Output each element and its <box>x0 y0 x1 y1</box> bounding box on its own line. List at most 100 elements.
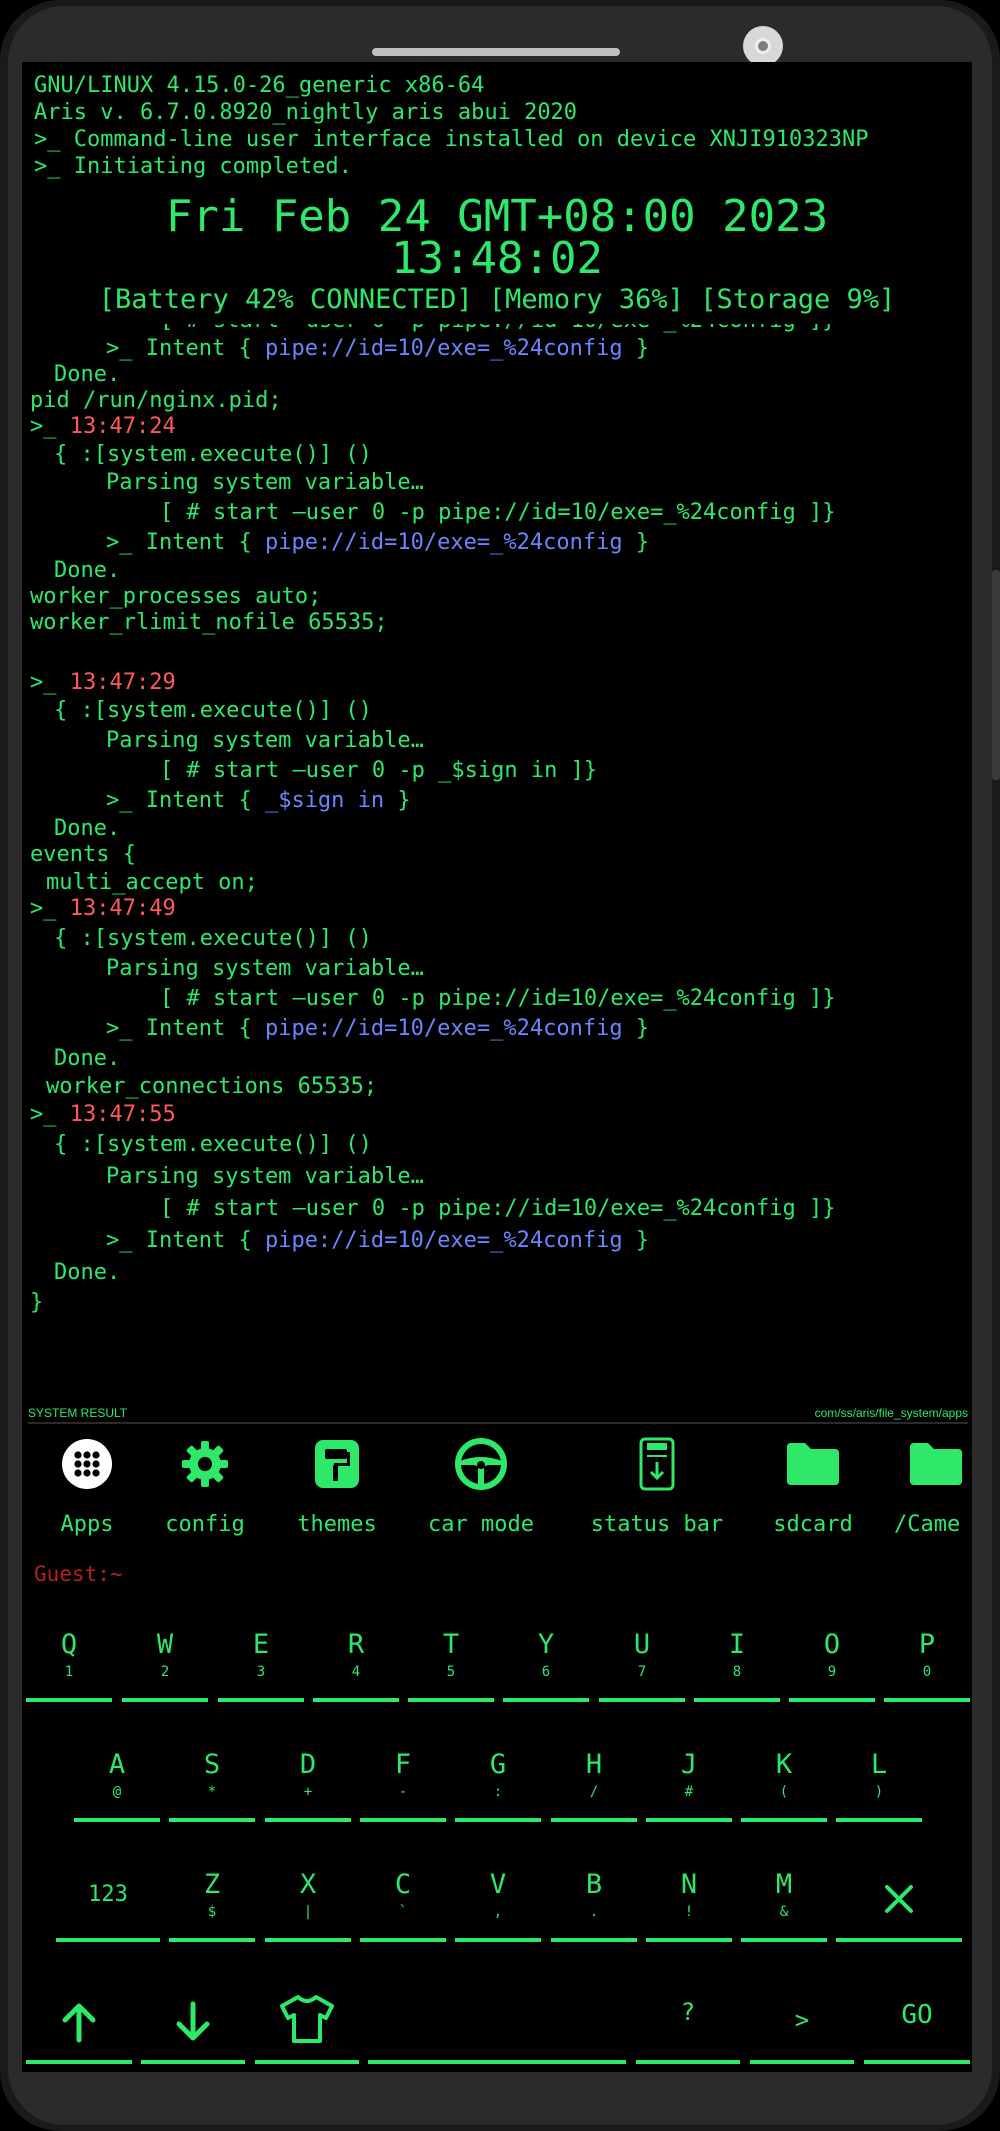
key-space[interactable] <box>368 1990 626 2064</box>
key-underline <box>636 2060 740 2064</box>
key-label: Z <box>203 1869 221 1900</box>
key-underline <box>646 1938 732 1942</box>
key-label: X <box>299 1869 317 1900</box>
key-y[interactable]: Y6 <box>503 1628 589 1702</box>
prompt-symbol: >_ <box>30 414 70 439</box>
key-sublabel: 1 <box>64 1664 74 1680</box>
key-j[interactable]: J # <box>646 1748 732 1822</box>
key-o[interactable]: O9 <box>789 1628 875 1702</box>
key-underline <box>255 2060 359 2064</box>
log-text: } <box>622 336 650 361</box>
key-underline <box>455 1938 541 1942</box>
key-underline <box>26 1698 112 1702</box>
log-line: >_ Intent { pipe://id=10/exe=_%24config … <box>106 336 649 362</box>
system-status-line: [Battery 42% CONNECTED] [Memory 36%] [St… <box>98 284 896 315</box>
log-line: Parsing system variable… <box>106 1164 424 1189</box>
time-display: 13:48:02 <box>391 233 603 284</box>
key-f[interactable]: F- <box>360 1748 446 1822</box>
phone-frame: GNU/LINUX 4.15.0-26_generic x86-64 Aris v… <box>0 0 1000 2131</box>
log-line: Done. <box>54 362 121 387</box>
shirt-icon <box>280 1995 334 2043</box>
key-a[interactable]: A @ <box>74 1748 160 1822</box>
log-line: Done. <box>54 1046 121 1071</box>
key-underline <box>864 2060 970 2064</box>
key-x[interactable]: X | <box>265 1868 351 1942</box>
key-arrow-down[interactable] <box>141 1990 245 2064</box>
key-greater-than[interactable]: > <box>750 1990 854 2064</box>
key-underline <box>56 1938 160 1942</box>
key-h[interactable]: H / <box>551 1748 637 1822</box>
arrow-down-icon <box>176 2001 210 2041</box>
key-t[interactable]: T5 <box>408 1628 494 1702</box>
header-line: >_ Initiating completed. <box>34 154 352 179</box>
steering-wheel-icon <box>455 1438 507 1490</box>
log-text: } <box>384 788 411 813</box>
input-prompt[interactable]: Guest:~ <box>34 1562 123 1586</box>
log-line: >_ Intent { _$sign in } <box>106 788 411 814</box>
shortcut-apps[interactable]: Apps <box>22 1430 152 1537</box>
header-line: GNU/LINUX 4.15.0-26_generic x86-64 <box>34 73 485 98</box>
log-text: } <box>622 1228 650 1253</box>
key-label: > <box>794 2006 810 2034</box>
key-r[interactable]: R4 <box>313 1628 399 1702</box>
key-v[interactable]: V, <box>455 1868 541 1942</box>
key-l[interactable]: L) <box>836 1748 922 1822</box>
shortcut-car-mode[interactable]: car mode <box>416 1430 546 1537</box>
key-underline <box>360 1938 446 1942</box>
log-text: >_ Intent { <box>106 788 265 813</box>
key-sublabel: 7 <box>637 1664 647 1680</box>
key-underline <box>360 1818 446 1822</box>
key-u[interactable]: U7 <box>599 1628 685 1702</box>
log-line: { :[system.execute()] () <box>54 442 372 467</box>
key-k[interactable]: K( <box>741 1748 827 1822</box>
key-delete[interactable] <box>836 1868 962 1942</box>
key-go[interactable]: GO <box>864 1990 970 2064</box>
key-w[interactable]: W2 <box>122 1628 208 1702</box>
key-p[interactable]: P0 <box>884 1628 970 1702</box>
shortcut-status-bar[interactable]: status bar <box>582 1430 732 1537</box>
key-sublabel: ! <box>684 1904 694 1920</box>
log-line: [ # start —user 0 -p pipe://id=10/exe=_%… <box>160 500 836 525</box>
key-i[interactable]: I8 <box>694 1628 780 1702</box>
key-label: R <box>347 1629 365 1660</box>
key-underline <box>265 1938 351 1942</box>
key-e[interactable]: E3 <box>218 1628 304 1702</box>
key-theme[interactable] <box>255 1990 359 2064</box>
shortcut-sdcard[interactable]: sdcard <box>748 1430 878 1537</box>
prompt-symbol: >_ <box>30 670 70 695</box>
key-d[interactable]: D + <box>265 1748 351 1822</box>
key-underline <box>884 1698 970 1702</box>
log-line: } <box>30 1290 44 1315</box>
prompt-symbol: >_ <box>30 896 70 921</box>
key-sublabel: 0 <box>922 1664 932 1680</box>
gear-icon <box>182 1441 228 1487</box>
key-label: F <box>394 1749 412 1780</box>
key-sublabel: # <box>684 1784 694 1800</box>
log-line: Done. <box>54 558 121 583</box>
key-c[interactable]: C ` <box>360 1868 446 1942</box>
key-question[interactable]: ? <box>636 1990 740 2064</box>
shortcut-label: status bar <box>590 1512 724 1537</box>
log-line: worker_processes auto; <box>30 584 322 609</box>
key-m[interactable]: M & <box>741 1868 827 1942</box>
shortcut-camera-folder[interactable]: /Came <box>890 1430 972 1537</box>
boot-header: GNU/LINUX 4.15.0-26_generic x86-64 Aris v… <box>34 72 868 180</box>
intent-uri: pipe://id=10/exe=_%24config <box>264 1228 623 1253</box>
key-g[interactable]: G: <box>455 1748 541 1822</box>
key-label: W <box>156 1629 174 1660</box>
shortcut-config[interactable]: config <box>140 1430 270 1537</box>
key-n[interactable]: N! <box>646 1868 732 1942</box>
key-123[interactable]: 123 <box>56 1868 160 1942</box>
key-arrow-up[interactable] <box>26 1990 132 2064</box>
key-underline <box>551 1818 637 1822</box>
key-sublabel: 3 <box>256 1664 266 1680</box>
front-camera <box>743 26 783 66</box>
log-line: [ # start —user 0 -p pipe://id=10/exe=_%… <box>160 324 836 334</box>
key-label: J <box>680 1749 698 1780</box>
key-s[interactable]: S * <box>169 1748 255 1822</box>
key-underline <box>122 1698 208 1702</box>
key-z[interactable]: Z $ <box>169 1868 255 1942</box>
key-b[interactable]: B. <box>551 1868 637 1942</box>
shortcut-themes[interactable]: themes <box>272 1430 402 1537</box>
key-q[interactable]: Q1 <box>26 1628 112 1702</box>
